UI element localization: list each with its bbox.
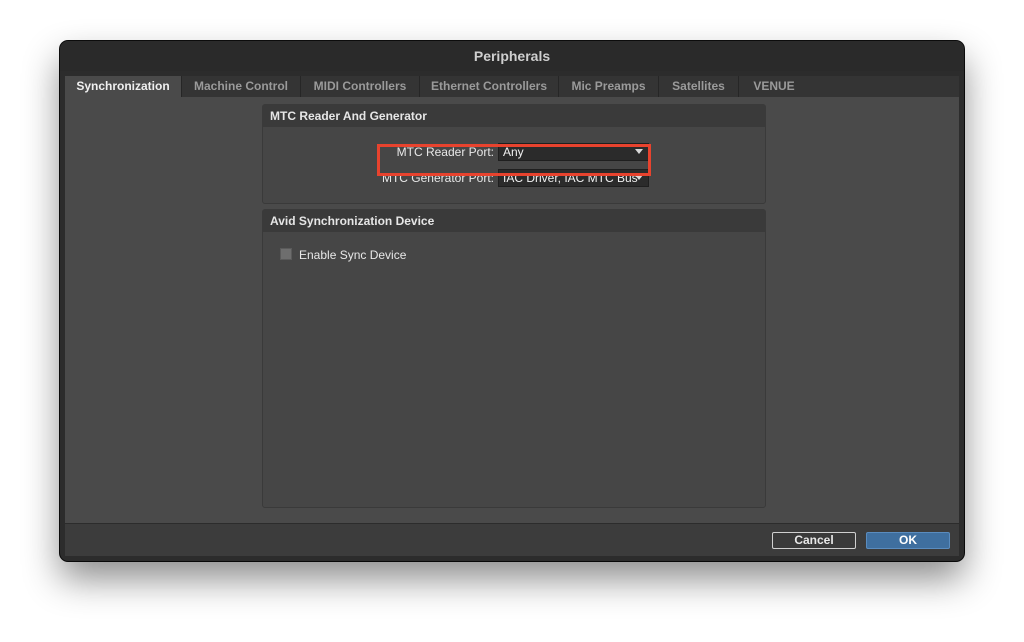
peripherals-dialog: Peripherals Synchronization Machine Cont…	[60, 41, 964, 561]
highlight-annotation	[377, 144, 651, 176]
tab-ethernet-controllers[interactable]: Ethernet Controllers	[420, 76, 559, 97]
tab-bar-filler	[809, 76, 959, 97]
mtc-panel-title: MTC Reader And Generator	[263, 105, 765, 127]
sync-device-panel: Avid Synchronization Device Enable Sync …	[262, 209, 766, 508]
tab-synchronization[interactable]: Synchronization	[65, 76, 182, 97]
tab-machine-control[interactable]: Machine Control	[182, 76, 301, 97]
tab-midi-controllers[interactable]: MIDI Controllers	[301, 76, 420, 97]
sync-device-panel-title: Avid Synchronization Device	[263, 210, 765, 232]
dialog-footer: Cancel OK	[65, 524, 959, 556]
tab-bar: Synchronization Machine Control MIDI Con…	[65, 76, 959, 97]
enable-sync-device-checkbox[interactable]	[280, 248, 292, 260]
ok-button[interactable]: OK	[866, 532, 950, 549]
tab-mic-preamps[interactable]: Mic Preamps	[559, 76, 659, 97]
enable-sync-device-label: Enable Sync Device	[299, 248, 407, 262]
dialog-title: Peripherals	[60, 41, 964, 71]
tab-venue[interactable]: VENUE	[739, 76, 809, 97]
cancel-button[interactable]: Cancel	[772, 532, 856, 549]
tab-satellites[interactable]: Satellites	[659, 76, 739, 97]
